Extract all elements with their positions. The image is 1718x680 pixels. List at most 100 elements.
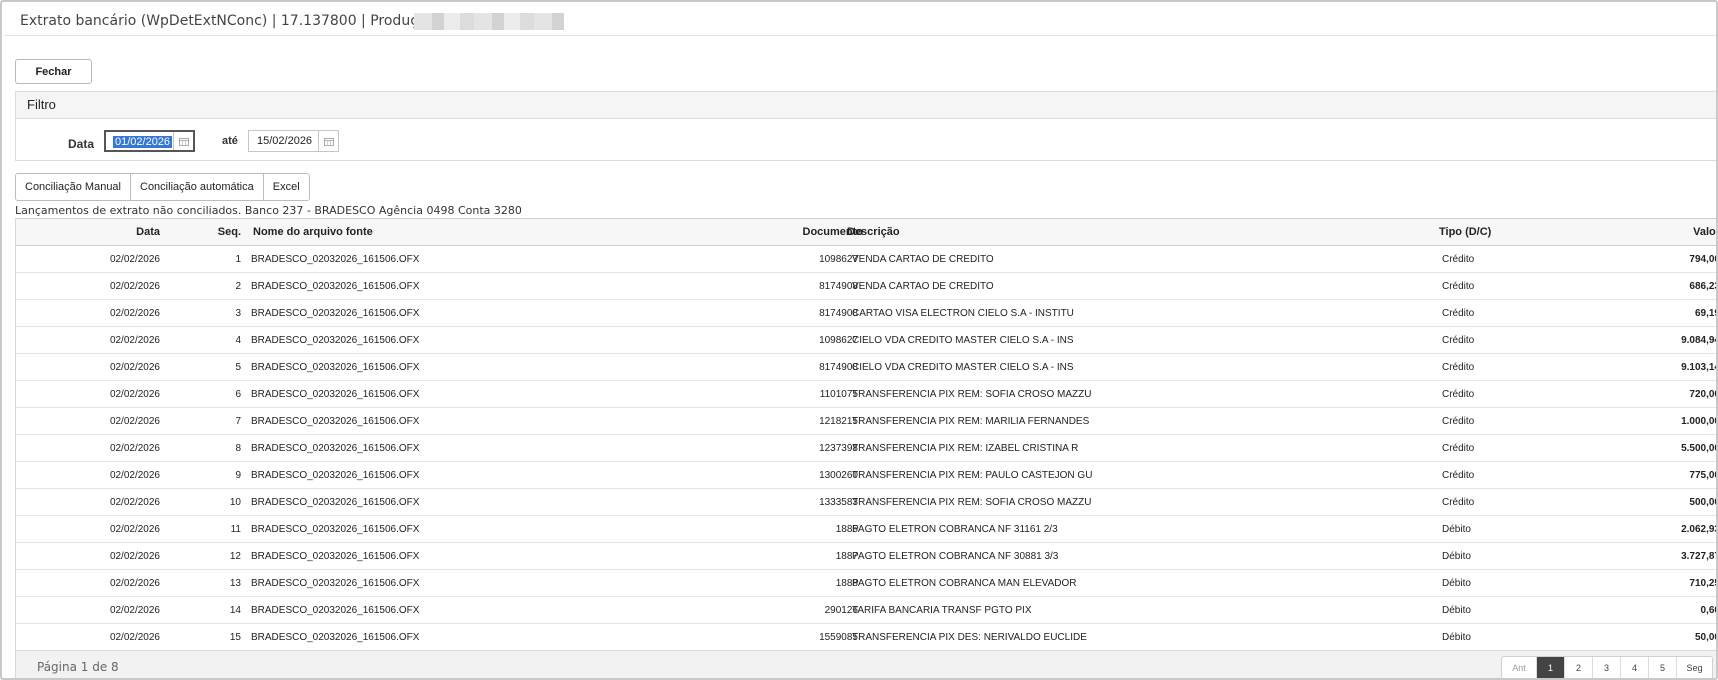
cell-descricao: PAGTO ELETRON COBRANCA NF 31161 2/3 [852, 524, 1058, 535]
page-button-2[interactable]: 2 [1565, 657, 1593, 678]
range-label: até [222, 135, 238, 147]
cell-data: 02/02/2026 [109, 632, 160, 643]
table-row[interactable]: 02/02/2026 10 BRADESCO_02032026_161506.OFX… [16, 489, 1718, 516]
calendar-icon[interactable] [318, 131, 338, 151]
table-row[interactable]: 02/02/2026 1 BRADESCO_02032026_161506.OFX 1… [16, 246, 1718, 273]
cell-arquivo: BRADESCO_02032026_161506.OFX [251, 254, 420, 265]
col-header-data[interactable]: Data [136, 219, 160, 246]
date-from-value[interactable]: 01/02/2026 [113, 136, 173, 148]
cell-arquivo: BRADESCO_02032026_161506.OFX [251, 470, 420, 481]
cell-seq: 11 [230, 524, 241, 535]
calendar-icon[interactable] [173, 132, 193, 150]
cell-arquivo: BRADESCO_02032026_161506.OFX [251, 281, 420, 292]
table-row[interactable]: 02/02/2026 11 BRADESCO_02032026_161506.OFX… [16, 516, 1718, 543]
cell-descricao: TRANSFERENCIA PIX DES: NERIVALDO EUCLIDE [852, 632, 1087, 643]
statement-grid: Data Seq. Nome do arquivo fonte Document… [15, 218, 1718, 651]
cell-valor: 0,60 [1700, 605, 1716, 616]
cell-arquivo: BRADESCO_02032026_161506.OFX [251, 443, 420, 454]
table-row[interactable]: 02/02/2026 8 BRADESCO_02032026_161506.OFX 1… [16, 435, 1718, 462]
cell-tipo: Crédito [1442, 470, 1475, 481]
cell-seq: 9 [235, 470, 241, 481]
page-button-3[interactable]: 3 [1593, 657, 1621, 678]
cell-arquivo: BRADESCO_02032026_161506.OFX [251, 335, 420, 346]
table-row[interactable]: 02/02/2026 3 BRADESCO_02032026_161506.OFX 8… [16, 300, 1718, 327]
cell-data: 02/02/2026 [109, 308, 160, 319]
cell-descricao: TRANSFERENCIA PIX REM: SOFIA CROSO MAZZU [852, 389, 1092, 400]
table-row[interactable]: 02/02/2026 14 BRADESCO_02032026_161506.OFX… [16, 597, 1716, 624]
cell-valor: 3.727,87 [1681, 551, 1718, 562]
cell-tipo: Crédito [1442, 389, 1475, 400]
page-button-4[interactable]: 4 [1621, 657, 1649, 678]
col-header-seq[interactable]: Seq. [218, 219, 241, 246]
col-header-valor[interactable]: Valor [1693, 219, 1716, 246]
table-row[interactable]: 02/02/2026 4 BRADESCO_02032026_161506.OFX 1… [16, 327, 1718, 354]
cell-seq: 2 [235, 281, 241, 292]
next-page-button[interactable]: Seg [1677, 657, 1712, 678]
cell-tipo: Débito [1442, 524, 1471, 535]
redacted-title-part [414, 13, 564, 30]
title-bar: Extrato bancário (WpDetExtNConc) | 17.13… [4, 4, 1716, 36]
cell-valor: 5.500,00 [1681, 443, 1718, 454]
cell-data: 02/02/2026 [109, 254, 160, 265]
col-header-tipo[interactable]: Tipo (D/C) [1439, 219, 1491, 246]
date-to-field[interactable]: 15/02/2026 [248, 130, 339, 152]
cell-data: 02/02/2026 [109, 443, 160, 454]
cell-valor: 9.103,14 [1681, 362, 1718, 373]
cell-arquivo: BRADESCO_02032026_161506.OFX [251, 308, 420, 319]
cell-seq: 4 [235, 335, 241, 346]
table-row[interactable]: 02/02/2026 13 BRADESCO_02032026_161506.OFX… [16, 570, 1716, 597]
cell-seq: 3 [235, 308, 241, 319]
cell-tipo: Débito [1442, 578, 1471, 589]
cell-valor: 500,00 [1689, 497, 1718, 508]
cell-descricao: TRANSFERENCIA PIX REM: MARILIA FERNANDES [852, 416, 1090, 427]
cell-tipo: Crédito [1442, 281, 1475, 292]
cell-data: 02/02/2026 [109, 416, 160, 427]
prev-page-button[interactable]: Ant [1502, 657, 1537, 678]
cell-arquivo: BRADESCO_02032026_161506.OFX [251, 524, 420, 535]
date-label: Data [68, 137, 95, 151]
table-row[interactable]: 02/02/2026 9 BRADESCO_02032026_161506.OFX 1… [16, 462, 1718, 489]
cell-descricao: TRANSFERENCIA PIX REM: SOFIA CROSO MAZZU [852, 497, 1092, 508]
table-row[interactable]: 02/02/2026 6 BRADESCO_02032026_161506.OFX 1… [16, 381, 1718, 408]
cell-data: 02/02/2026 [109, 605, 160, 616]
cell-valor: 686,23 [1689, 281, 1718, 292]
cell-arquivo: BRADESCO_02032026_161506.OFX [251, 416, 420, 427]
cell-valor: 794,00 [1689, 254, 1718, 265]
table-row[interactable]: 02/02/2026 15 BRADESCO_02032026_161506.OFX… [16, 624, 1716, 651]
cell-seq: 10 [229, 497, 241, 508]
date-from-field[interactable]: 01/02/2026 [104, 130, 195, 152]
cell-seq: 7 [235, 416, 241, 427]
cell-seq: 1 [235, 254, 241, 265]
close-button[interactable]: Fechar [15, 59, 92, 84]
cell-valor: 69,19 [1694, 308, 1718, 319]
grid-caption: Lançamentos de extrato não conciliados. … [15, 204, 522, 217]
excel-export-button[interactable]: Excel [263, 174, 309, 200]
cell-data: 02/02/2026 [109, 389, 160, 400]
cell-arquivo: BRADESCO_02032026_161506.OFX [251, 605, 420, 616]
cell-valor: 2.062,93 [1681, 524, 1718, 535]
table-row[interactable]: 02/02/2026 2 BRADESCO_02032026_161506.OFX 8… [16, 273, 1718, 300]
cell-tipo: Crédito [1442, 308, 1475, 319]
cell-valor: 775,00 [1689, 470, 1718, 481]
table-row[interactable]: 02/02/2026 7 BRADESCO_02032026_161506.OFX 1… [16, 408, 1716, 435]
date-to-value[interactable]: 15/02/2026 [257, 135, 312, 147]
cell-descricao: CIELO VDA CREDITO MASTER CIELO S.A - INS [852, 362, 1074, 373]
cell-descricao: PAGTO ELETRON COBRANCA MAN ELEVADOR [852, 578, 1077, 589]
page-button-1[interactable]: 1 [1537, 657, 1565, 678]
table-row[interactable]: 02/02/2026 5 BRADESCO_02032026_161506.OFX 8… [16, 354, 1718, 381]
cell-tipo: Crédito [1442, 362, 1475, 373]
table-row[interactable]: 02/02/2026 12 BRADESCO_02032026_161506.OFX… [16, 543, 1718, 570]
cell-arquivo: BRADESCO_02032026_161506.OFX [251, 389, 420, 400]
cell-valor: 9.084,94 [1681, 335, 1718, 346]
cell-arquivo: BRADESCO_02032026_161506.OFX [251, 632, 420, 643]
col-header-arquivo[interactable]: Nome do arquivo fonte [253, 219, 373, 246]
cell-seq: 8 [235, 443, 241, 454]
cell-tipo: Débito [1442, 632, 1471, 643]
cell-data: 02/02/2026 [109, 497, 160, 508]
page-button-5[interactable]: 5 [1649, 657, 1677, 678]
cell-valor: 720,00 [1689, 389, 1718, 400]
automatic-reconciliation-button[interactable]: Conciliação automática [131, 174, 264, 200]
col-header-descricao[interactable]: Descrição [847, 219, 900, 246]
manual-reconciliation-button[interactable]: Conciliação Manual [16, 174, 131, 200]
cell-tipo: Crédito [1442, 416, 1475, 427]
